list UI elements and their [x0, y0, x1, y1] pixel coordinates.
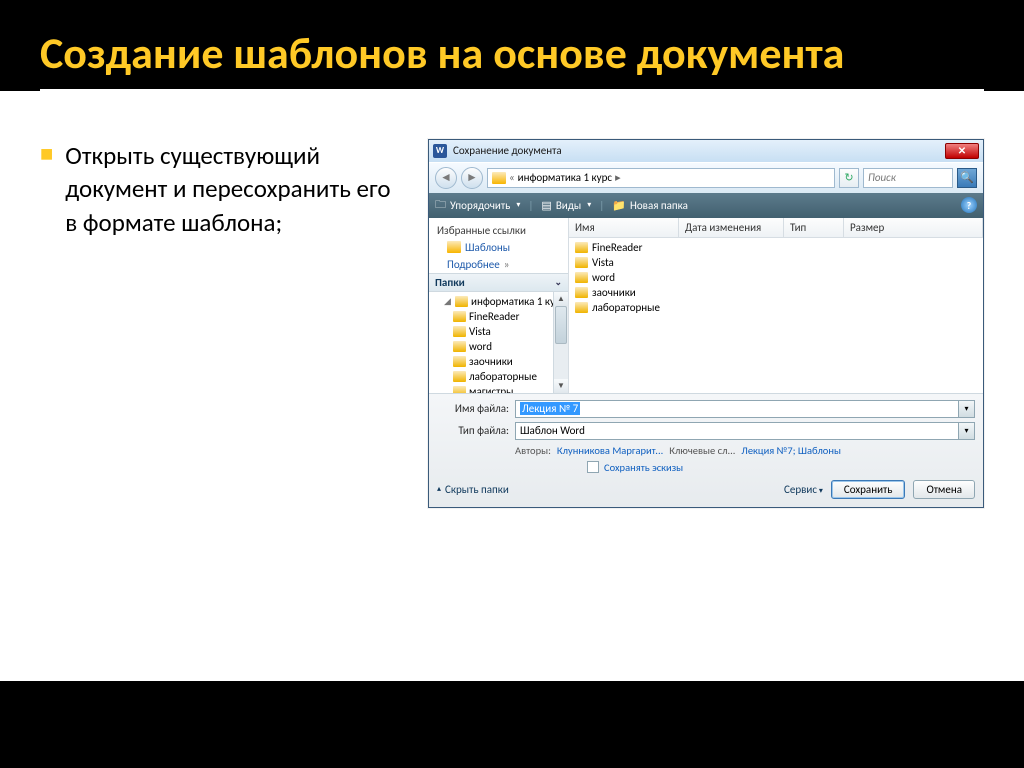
- bullet-marker-icon: ■: [40, 139, 53, 240]
- filename-input[interactable]: Лекция № 7▾: [515, 400, 975, 418]
- folders-header[interactable]: Папки⌄: [429, 273, 568, 292]
- folder-icon: [453, 326, 466, 337]
- folder-icon: [575, 287, 588, 298]
- list-item[interactable]: Vista: [573, 255, 979, 270]
- help-button[interactable]: ?: [961, 197, 977, 213]
- scroll-up-icon[interactable]: ▲: [554, 292, 568, 306]
- save-dialog: W Сохранение документа ✕ ◄ ► « информати…: [428, 139, 984, 508]
- folder-icon: [455, 296, 468, 307]
- list-item[interactable]: FineReader: [573, 240, 979, 255]
- slide-title: Создание шаблонов на основе документа: [0, 0, 1024, 83]
- folder-icon: [453, 386, 466, 393]
- organize-menu[interactable]: 🗀 Упорядочить: [435, 196, 520, 215]
- new-folder-icon: 📁: [612, 199, 626, 212]
- folder-icon: [492, 172, 506, 184]
- checkbox-icon[interactable]: [587, 461, 599, 473]
- search-button[interactable]: 🔍: [957, 168, 977, 188]
- authors-value[interactable]: Клунникова Маргарит...: [557, 444, 663, 457]
- hide-folders-button[interactable]: ▴Скрыть папки: [437, 483, 509, 496]
- list-item[interactable]: лабораторные: [573, 300, 979, 315]
- filetype-label: Тип файла:: [437, 424, 509, 437]
- refresh-button[interactable]: ↻: [839, 168, 859, 188]
- folder-icon: [575, 272, 588, 283]
- tree-expand-icon[interactable]: ◢: [443, 296, 452, 307]
- authors-label: Авторы:: [515, 444, 551, 457]
- bullet-text: Открыть существующий документ и пересохр…: [65, 139, 400, 240]
- keywords-label: Ключевые сл...: [669, 444, 735, 457]
- sidebar: Избранные ссылки Шаблоны Подробнее Папки…: [429, 218, 569, 393]
- col-size[interactable]: Размер: [844, 218, 983, 237]
- folder-icon: [453, 356, 466, 367]
- save-button[interactable]: Сохранить: [831, 480, 906, 499]
- folder-icon: [447, 241, 461, 253]
- col-type[interactable]: Тип: [784, 218, 844, 237]
- favorites-header: Избранные ссылки: [429, 218, 568, 239]
- new-folder-button[interactable]: 📁 Новая папка: [612, 199, 688, 212]
- file-list: Имя Дата изменения Тип Размер FineReader…: [569, 218, 983, 393]
- navigation-bar: ◄ ► « информатика 1 курс ▸ ↻ Поиск 🔍: [429, 162, 983, 193]
- folder-icon: [453, 341, 466, 352]
- folder-icon: [575, 257, 588, 268]
- dialog-title: Сохранение документа: [453, 144, 562, 157]
- triangle-up-icon: ▴: [437, 484, 441, 494]
- filetype-select[interactable]: Шаблон Word▾: [515, 422, 975, 440]
- breadcrumb[interactable]: « информатика 1 курс ▸: [487, 168, 835, 188]
- dialog-main: Избранные ссылки Шаблоны Подробнее Папки…: [429, 218, 983, 393]
- cancel-button[interactable]: Отмена: [913, 480, 975, 499]
- keywords-value[interactable]: Лекция №7; Шаблоны: [741, 444, 841, 457]
- list-item[interactable]: word: [573, 270, 979, 285]
- word-icon: W: [433, 144, 447, 158]
- breadcrumb-segment[interactable]: информатика 1 курс: [518, 171, 612, 184]
- folder-tree[interactable]: ◢информатика 1 ку FineReader Vista word …: [429, 292, 568, 393]
- sidebar-item-more[interactable]: Подробнее: [429, 256, 568, 273]
- bullet-item: ■ Открыть существующий документ и пересо…: [40, 139, 400, 240]
- dialog-titlebar[interactable]: W Сохранение документа ✕: [429, 140, 983, 162]
- views-icon: ▤: [541, 199, 551, 212]
- tree-scrollbar[interactable]: ▲ ▼: [553, 292, 568, 393]
- save-thumbnail-checkbox[interactable]: Сохранять эскизы: [587, 461, 975, 474]
- forward-button[interactable]: ►: [461, 167, 483, 189]
- col-date[interactable]: Дата изменения: [679, 218, 784, 237]
- organize-icon: 🗀: [435, 196, 446, 215]
- scroll-thumb[interactable]: [555, 306, 567, 344]
- dropdown-icon[interactable]: ▾: [958, 401, 974, 417]
- dropdown-icon[interactable]: ▾: [958, 423, 974, 439]
- file-list-body[interactable]: FineReader Vista word заочники лаборатор…: [569, 238, 983, 393]
- back-button[interactable]: ◄: [435, 167, 457, 189]
- close-button[interactable]: ✕: [945, 143, 979, 159]
- chevron-down-icon: ⌄: [554, 277, 562, 288]
- tools-menu[interactable]: Сервис: [784, 483, 823, 496]
- list-item[interactable]: заочники: [573, 285, 979, 300]
- search-input[interactable]: Поиск: [863, 168, 953, 188]
- chevron-icon: «: [509, 171, 515, 184]
- column-headers[interactable]: Имя Дата изменения Тип Размер: [569, 218, 983, 238]
- folder-icon: [575, 302, 588, 313]
- scroll-down-icon[interactable]: ▼: [554, 379, 568, 393]
- views-menu[interactable]: ▤ Виды: [541, 199, 591, 212]
- folder-icon: [453, 311, 466, 322]
- col-name[interactable]: Имя: [569, 218, 679, 237]
- slide-content: ■ Открыть существующий документ и пересо…: [0, 91, 1024, 681]
- sidebar-item-templates[interactable]: Шаблоны: [429, 239, 568, 256]
- toolbar: 🗀 Упорядочить | ▤ Виды | 📁 Новая папка ?: [429, 193, 983, 218]
- filename-label: Имя файла:: [437, 402, 509, 415]
- folder-icon: [575, 242, 588, 253]
- folder-icon: [453, 371, 466, 382]
- chevron-right-icon: ▸: [615, 171, 621, 184]
- dialog-footer: Имя файла: Лекция № 7▾ Тип файла: Шаблон…: [429, 393, 983, 507]
